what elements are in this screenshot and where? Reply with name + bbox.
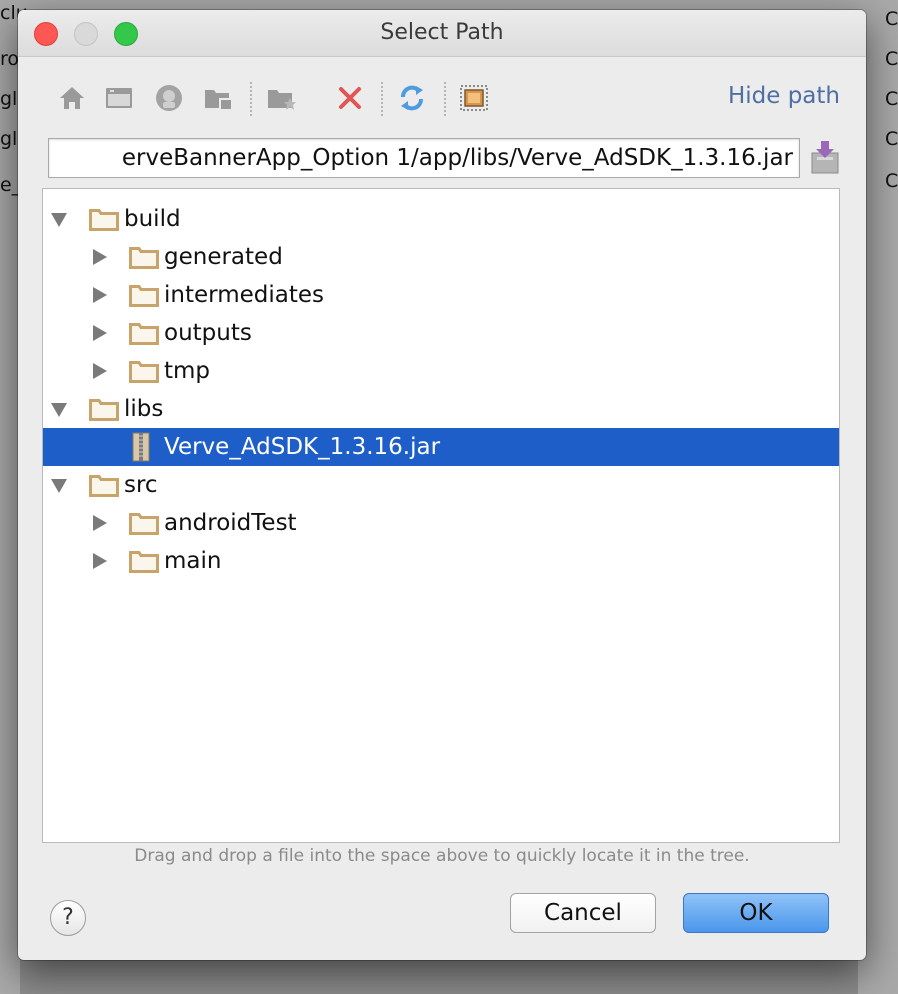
background-text: C	[885, 48, 898, 70]
tree-item-file[interactable]: Verve_AdSDK_1.3.16.jar	[43, 428, 839, 466]
expand-arrow-icon[interactable]	[93, 363, 107, 379]
expand-arrow-icon[interactable]	[93, 249, 107, 265]
refresh-button[interactable]	[394, 78, 430, 118]
tree-item-label: generated	[164, 244, 283, 270]
background-text: C	[885, 8, 898, 30]
hide-path-link[interactable]: Hide path	[728, 83, 840, 109]
path-input-value: erveBannerApp_Option 1/app/libs/Verve_Ad…	[121, 145, 793, 171]
help-button[interactable]: ?	[50, 900, 86, 936]
tree-item-label: Verve_AdSDK_1.3.16.jar	[164, 434, 441, 460]
folder-icon	[129, 513, 159, 535]
jar-file-icon	[132, 432, 150, 462]
expand-arrow-icon[interactable]	[93, 325, 107, 341]
home-icon	[60, 87, 84, 109]
download-path-icon	[811, 141, 839, 174]
tree-item-folder[interactable]: outputs	[43, 314, 839, 352]
collapse-arrow-icon[interactable]	[51, 213, 67, 227]
drag-drop-hint: Drag and drop a file into the space abov…	[134, 846, 750, 866]
home-button[interactable]	[54, 78, 90, 118]
tree-item-folder[interactable]: src	[43, 466, 839, 504]
tree-item-label: build	[124, 206, 181, 232]
tree-item-folder[interactable]: libs	[43, 390, 839, 428]
path-browse-button[interactable]	[810, 139, 840, 175]
toolbar-separator	[444, 82, 446, 116]
ok-button[interactable]: OK	[683, 893, 829, 933]
new-folder-icon	[268, 90, 296, 110]
file-tree[interactable]: build generated intermediates outputs tmp lib…	[42, 188, 840, 843]
collapse-arrow-icon[interactable]	[51, 403, 67, 417]
delete-icon	[339, 87, 361, 109]
folder-icon	[129, 551, 159, 573]
tree-item-folder[interactable]: main	[43, 542, 839, 580]
tree-item-label: src	[124, 472, 158, 498]
tree-item-label: main	[164, 548, 222, 574]
expand-arrow-icon[interactable]	[93, 515, 107, 531]
show-hidden-button[interactable]	[456, 78, 492, 118]
cancel-button[interactable]: Cancel	[510, 893, 656, 933]
folder-icon	[89, 475, 119, 497]
background-text: ro	[0, 48, 20, 70]
tree-item-folder[interactable]: androidTest	[43, 504, 839, 542]
collapse-arrow-icon[interactable]	[51, 479, 67, 493]
folder-icon	[129, 361, 159, 383]
delete-button[interactable]	[332, 78, 368, 118]
tree-item-label: tmp	[164, 358, 211, 384]
path-input[interactable]: erveBannerApp_Option 1/app/libs/Verve_Ad…	[48, 138, 800, 178]
background-text: C	[885, 88, 898, 110]
folder-icon	[129, 247, 159, 269]
toolbar-separator	[381, 82, 383, 116]
toolbar-separator	[250, 82, 252, 116]
dialog-title: Select Path	[380, 20, 504, 45]
toolbar	[54, 78, 524, 118]
select-path-dialog: Select Path Hide path erveBannerApp_Opti…	[18, 10, 866, 960]
folder-icon	[89, 399, 119, 421]
module-button[interactable]	[201, 78, 237, 118]
android-project-icon	[156, 85, 182, 111]
tree-item-label: androidTest	[164, 510, 297, 536]
tree-item-folder[interactable]: generated	[43, 238, 839, 276]
background-text: C	[885, 128, 898, 150]
show-hidden-icon	[460, 85, 488, 111]
tree-item-label: libs	[124, 396, 164, 422]
title-bar[interactable]: Select Path	[18, 10, 866, 57]
module-icon	[205, 90, 233, 111]
tree-item-label: intermediates	[164, 282, 324, 308]
tree-item-folder[interactable]: build	[43, 200, 839, 238]
folder-icon	[89, 209, 119, 231]
refresh-icon	[401, 85, 423, 111]
folder-icon	[129, 323, 159, 345]
expand-arrow-icon[interactable]	[93, 287, 107, 303]
desktop-button[interactable]	[101, 78, 137, 118]
tree-item-folder[interactable]: intermediates	[43, 276, 839, 314]
tree-item-folder[interactable]: tmp	[43, 352, 839, 390]
background-text: C	[885, 170, 898, 192]
desktop-icon	[106, 88, 132, 108]
new-folder-button[interactable]	[264, 78, 300, 118]
folder-icon	[129, 285, 159, 307]
project-button[interactable]	[151, 78, 187, 118]
tree-item-label: outputs	[164, 320, 252, 346]
expand-arrow-icon[interactable]	[93, 553, 107, 569]
